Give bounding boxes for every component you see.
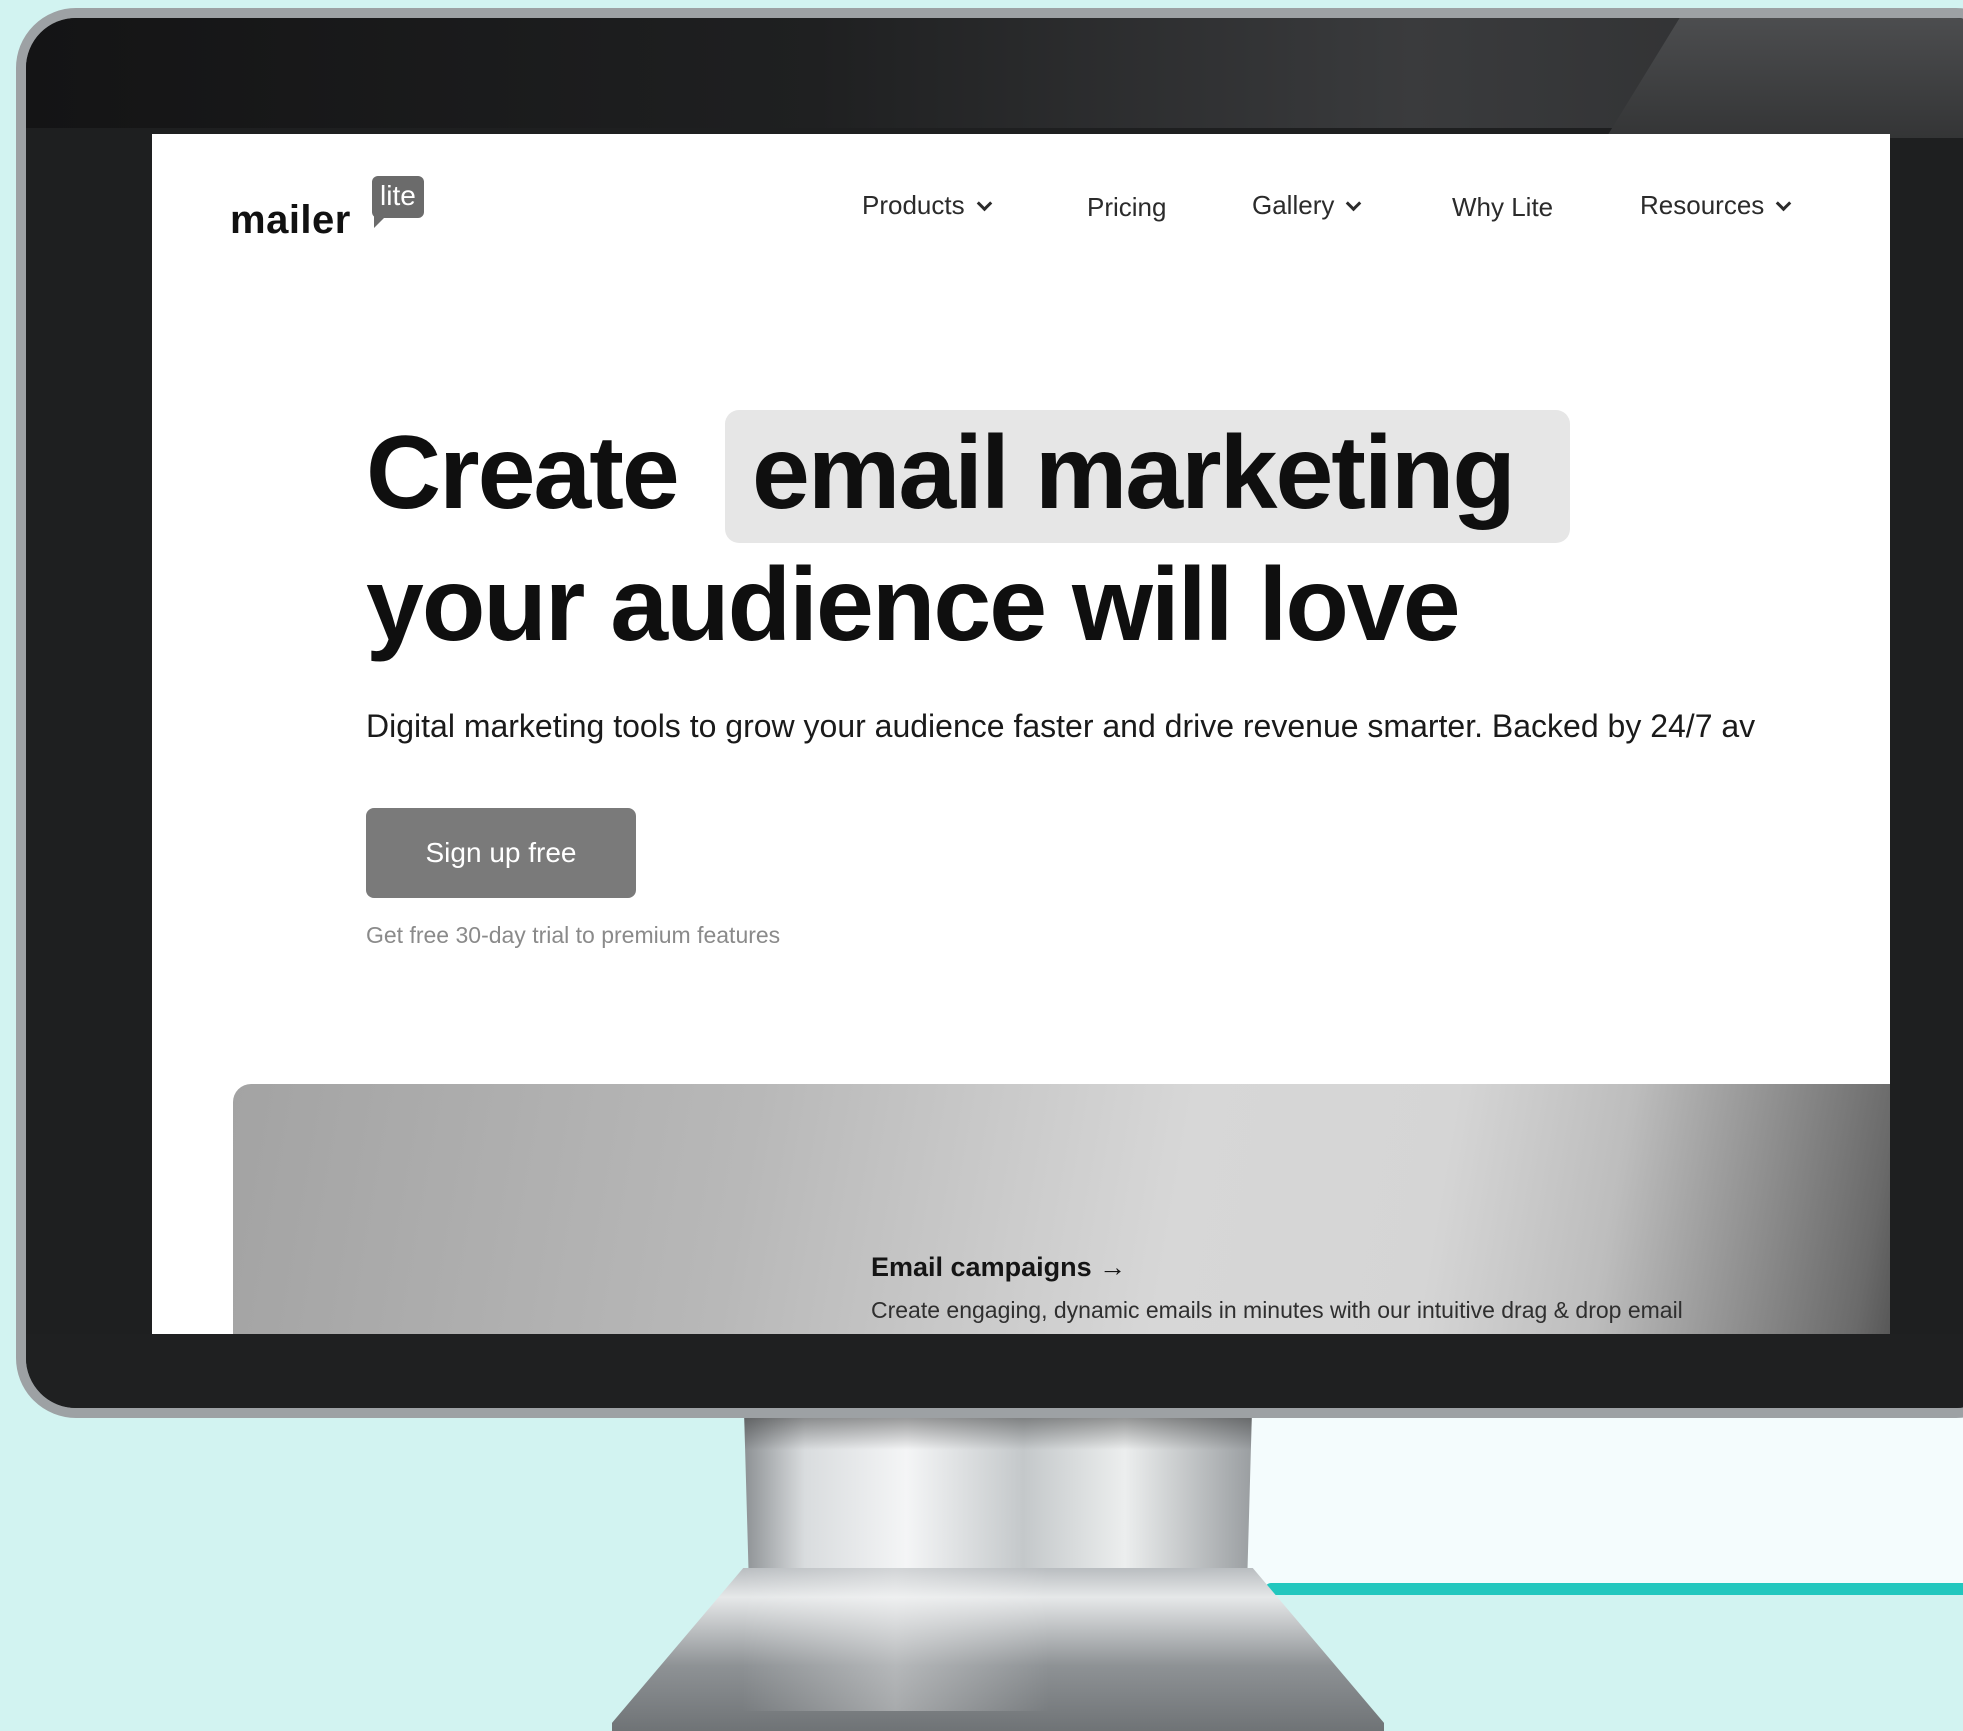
nav-label: Gallery [1252, 190, 1335, 220]
logo-badge: lite [372, 176, 424, 228]
hero-subtitle: Digital marketing tools to grow your aud… [366, 708, 1756, 744]
browser-screen: mailer lite Products Pricing Gallery Why… [152, 134, 1890, 1334]
nav-why-lite[interactable]: Why Lite [1452, 192, 1553, 223]
chevron-down-icon [1776, 195, 1792, 212]
email-campaigns-link[interactable]: Email campaigns → [871, 1252, 1126, 1283]
hero-title-line2: your audience will love [366, 547, 1461, 663]
nav-resources[interactable]: Resources [1640, 190, 1792, 221]
logo-word: mailer [230, 198, 351, 242]
feature-description: Create engaging, dynamic emails in minut… [871, 1297, 1683, 1334]
trial-note: Get free 30-day trial to premium feature… [366, 922, 781, 948]
monitor-stand-base [612, 1568, 1384, 1731]
sign-up-free-button[interactable]: Sign up free [366, 808, 636, 898]
nav-gallery[interactable]: Gallery [1252, 190, 1362, 221]
nav-label: Products [862, 190, 965, 220]
chevron-down-icon [1346, 195, 1362, 212]
nav-label: Pricing [1087, 192, 1167, 222]
nav-label: Resources [1640, 190, 1765, 220]
accent-line [1265, 1583, 1963, 1595]
nav-products[interactable]: Products [862, 190, 992, 221]
nav-pricing[interactable]: Pricing [1087, 192, 1166, 223]
chevron-down-icon [976, 195, 992, 212]
monitor-bezel: mailer lite Products Pricing Gallery Why… [16, 8, 1963, 1418]
hero-title-highlight: email marketing [752, 415, 1516, 531]
nav-label: Why Lite [1452, 192, 1554, 222]
bezel-bottom [26, 1334, 1963, 1408]
hero-title-part1: Create [366, 415, 680, 531]
